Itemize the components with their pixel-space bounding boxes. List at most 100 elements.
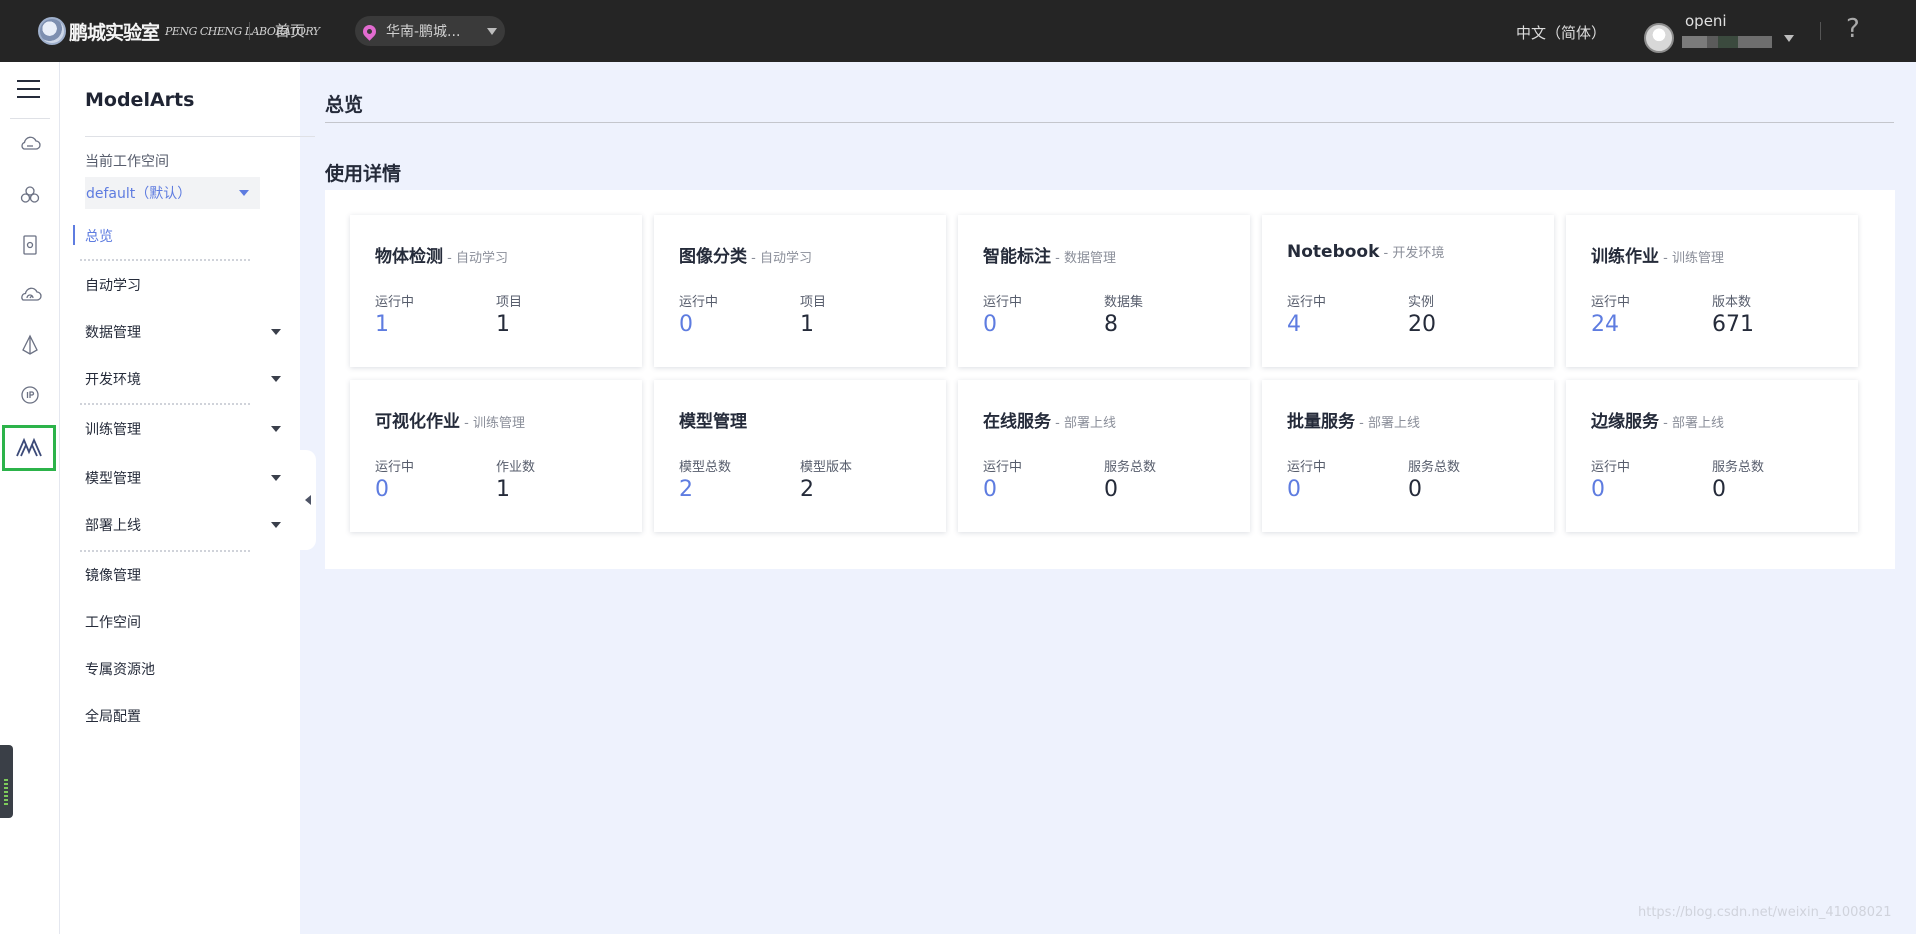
chevron-down-icon: [487, 28, 497, 35]
stat-value-link[interactable]: 0: [679, 312, 693, 337]
chevron-down-icon[interactable]: [271, 522, 281, 528]
menu-item-deployment[interactable]: 部署上线: [85, 514, 285, 536]
card-title: 在线服务 - 部署上线: [983, 412, 1116, 432]
stat-label: 服务总数: [1408, 460, 1461, 475]
divider: [85, 136, 315, 137]
logo-text: 鹏城实验室: [69, 21, 160, 44]
card-title: 图像分类 - 自动学习: [679, 247, 812, 267]
usage-panel: 物体检测 - 自动学习 运行中 1 项目 1 图像分类 - 自动学习 运行中 0…: [325, 190, 1895, 569]
card-visualization-jobs[interactable]: 可视化作业 - 训练管理 运行中 0 作业数 1: [350, 380, 642, 532]
card-image-classification[interactable]: 图像分类 - 自动学习 运行中 0 项目 1: [654, 215, 946, 367]
user-menu[interactable]: openi: [1644, 8, 1804, 54]
card-title: 智能标注 - 数据管理: [983, 247, 1116, 267]
stat-value-link[interactable]: 0: [375, 477, 389, 502]
divider: [80, 403, 250, 405]
side-widget-handle[interactable]: [0, 745, 13, 818]
card-batch-services[interactable]: 批量服务 - 部署上线 运行中 0 服务总数 0: [1262, 380, 1554, 532]
chevron-down-icon[interactable]: [271, 376, 281, 382]
stat-value: 0: [1408, 477, 1422, 502]
stat-value: 1: [496, 312, 510, 337]
card-title: 可视化作业 - 训练管理: [375, 412, 525, 432]
section-title: 使用详情: [325, 163, 402, 185]
card-title: 批量服务 - 部署上线: [1287, 412, 1420, 432]
cluster-icon[interactable]: [15, 180, 45, 210]
card-title: 训练作业 - 训练管理: [1591, 247, 1724, 267]
modelarts-icon[interactable]: [2, 425, 56, 471]
help-icon[interactable]: ?: [1846, 14, 1860, 44]
card-edge-services[interactable]: 边缘服务 - 部署上线 运行中 0 服务总数 0: [1566, 380, 1858, 532]
chevron-down-icon: [1784, 35, 1794, 42]
divider: [80, 550, 250, 552]
hamburger-icon[interactable]: [17, 80, 40, 98]
stat-label: 运行中: [1287, 295, 1327, 310]
menu-item-overview[interactable]: 总览: [85, 225, 285, 247]
stat-label: 运行中: [983, 460, 1023, 475]
stat-value-link[interactable]: 0: [1591, 477, 1605, 502]
language-selector[interactable]: 中文（简体）: [1516, 22, 1606, 43]
menu-item-model-management[interactable]: 模型管理: [85, 467, 285, 489]
menu-item-dedicated-pool[interactable]: 专属资源池: [85, 658, 285, 680]
workspace-label: 当前工作空间: [85, 154, 169, 170]
stat-label: 项目: [800, 295, 827, 310]
service-menu: ModelArts 当前工作空间 default（默认） 总览 自动学习 数据管…: [60, 62, 315, 934]
card-notebook[interactable]: Notebook - 开发环境 运行中 4 实例 20: [1262, 215, 1554, 367]
menu-item-auto-learning[interactable]: 自动学习: [85, 274, 285, 296]
stat-label: 运行中: [1287, 460, 1327, 475]
stat-label: 作业数: [496, 460, 536, 475]
region-selector[interactable]: 华南-鹏城...: [355, 16, 505, 46]
stat-label: 项目: [496, 295, 523, 310]
stat-value-link[interactable]: 0: [983, 312, 997, 337]
stat-label: 运行中: [375, 295, 415, 310]
divider: [10, 118, 50, 119]
divider: [1820, 22, 1821, 40]
divider: [80, 259, 250, 261]
card-title: 边缘服务 - 部署上线: [1591, 412, 1724, 432]
stat-value-link[interactable]: 2: [679, 477, 693, 502]
menu-item-global-config[interactable]: 全局配置: [85, 705, 285, 727]
page-title: 总览: [325, 94, 364, 116]
menu-item-dev-environment[interactable]: 开发环境: [85, 368, 285, 390]
stat-value: 2: [800, 477, 814, 502]
stat-value: 20: [1408, 312, 1436, 337]
stat-label: 模型版本: [800, 460, 853, 475]
card-training-jobs[interactable]: 训练作业 - 训练管理 运行中 24 版本数 671: [1566, 215, 1858, 367]
card-model-management[interactable]: 模型管理 模型总数 2 模型版本 2: [654, 380, 946, 532]
device-icon[interactable]: [15, 230, 45, 260]
chevron-down-icon[interactable]: [271, 329, 281, 335]
stat-value-link[interactable]: 1: [375, 312, 389, 337]
menu-item-training-management[interactable]: 训练管理: [85, 418, 285, 440]
stat-label: 模型总数: [679, 460, 732, 475]
stat-label: 数据集: [1104, 295, 1144, 310]
prism-icon[interactable]: [15, 330, 45, 360]
menu-item-image-management[interactable]: 镜像管理: [85, 564, 285, 586]
stat-value: 1: [800, 312, 814, 337]
cloud-dashboard-icon[interactable]: [15, 280, 45, 310]
stat-label: 服务总数: [1712, 460, 1765, 475]
menu-item-data-management[interactable]: 数据管理: [85, 321, 285, 343]
workspace-value: default（默认）: [86, 186, 192, 202]
chevron-down-icon[interactable]: [271, 475, 281, 481]
card-title: 模型管理: [679, 412, 747, 432]
card-title: 物体检测 - 自动学习: [375, 247, 508, 267]
stat-label: 运行中: [375, 460, 415, 475]
stat-value: 0: [1712, 477, 1726, 502]
stat-value-link[interactable]: 0: [1287, 477, 1301, 502]
chevron-down-icon[interactable]: [271, 426, 281, 432]
menu-item-workspace[interactable]: 工作空间: [85, 611, 285, 633]
stat-value-link[interactable]: 0: [983, 477, 997, 502]
home-link[interactable]: 首页: [275, 20, 305, 41]
card-online-services[interactable]: 在线服务 - 部署上线 运行中 0 服务总数 0: [958, 380, 1250, 532]
redacted-account-id: [1682, 36, 1772, 48]
ip-icon[interactable]: [15, 380, 45, 410]
stat-label: 运行中: [983, 295, 1023, 310]
card-object-detection[interactable]: 物体检测 - 自动学习 运行中 1 项目 1: [350, 215, 642, 367]
workspace-selector[interactable]: default（默认）: [85, 177, 260, 209]
stat-label: 运行中: [1591, 295, 1631, 310]
logo-badge-icon: [38, 17, 66, 45]
card-smart-labeling[interactable]: 智能标注 - 数据管理 运行中 0 数据集 8: [958, 215, 1250, 367]
stat-value-link[interactable]: 24: [1591, 312, 1619, 337]
stat-label: 实例: [1408, 295, 1435, 310]
stat-value-link[interactable]: 4: [1287, 312, 1301, 337]
watermark: https://blog.csdn.net/weixin_41008021: [1638, 905, 1892, 920]
cloud-storage-icon[interactable]: [15, 130, 45, 160]
